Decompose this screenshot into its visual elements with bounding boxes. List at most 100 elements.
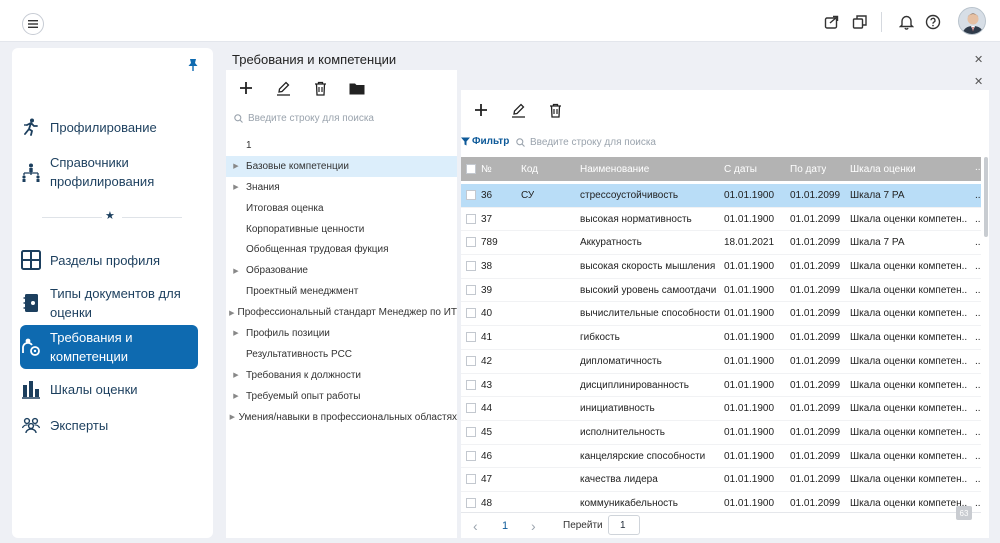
close-grid-button[interactable]: ✕ — [974, 75, 983, 88]
table-row[interactable]: 789 Аккуратность 18.01.2021 01.01.2099 Шкала… — [461, 231, 981, 256]
tree-item[interactable]: ▶ Требования к должности — [226, 365, 457, 386]
table-row[interactable]: 47 качества лидера 01.01.1900 01.01.2099 Шка… — [461, 468, 981, 492]
sidebar-item-profile-sections[interactable]: Разделы профиля — [20, 249, 198, 271]
cell-num: 44 — [481, 403, 493, 415]
row-checkbox[interactable] — [466, 379, 476, 390]
table-row[interactable]: 43 дисциплинированность 01.01.1900 01.01.20… — [461, 374, 981, 398]
table-row[interactable]: 48 коммуникабельность 01.01.1900 01.01.2099… — [461, 492, 981, 509]
cell-from-date: 01.01.1900 — [724, 497, 775, 509]
row-checkbox[interactable] — [466, 237, 476, 248]
row-checkbox[interactable] — [466, 403, 476, 414]
column-header-more[interactable]: ... — [975, 162, 983, 173]
table-row[interactable]: 38 высокая скорость мышления 01.01.1900 01.… — [461, 255, 981, 279]
tree-search-input[interactable]: Введите строку для поиска — [248, 113, 374, 124]
help-button[interactable] — [923, 12, 943, 32]
row-checkbox[interactable] — [466, 426, 476, 437]
close-page-button[interactable]: ✕ — [974, 53, 983, 66]
tree-item[interactable]: ▶ Профиль позиции — [226, 323, 457, 344]
tree-item[interactable]: Обобщенная трудовая фукция — [226, 239, 457, 260]
row-checkbox[interactable] — [466, 497, 476, 508]
row-checkbox[interactable] — [466, 355, 476, 366]
tree-add-button[interactable] — [236, 78, 256, 98]
cell-num: 40 — [481, 308, 493, 320]
grid-search[interactable]: Введите строку для поиска — [516, 137, 656, 148]
cell-num: 42 — [481, 355, 493, 367]
tree-item[interactable]: Итоговая оценка — [226, 198, 457, 219]
row-checkbox[interactable] — [466, 190, 476, 200]
current-page[interactable]: 1 — [502, 520, 508, 532]
tree-item[interactable]: Проектный менеджмент — [226, 281, 457, 302]
row-checkbox[interactable] — [466, 213, 476, 224]
sidebar-item-requirements[interactable]: Требования и компетенции — [20, 325, 198, 369]
table-row[interactable]: 42 дипломатичность 01.01.1900 01.01.2099 Шка… — [461, 350, 981, 374]
row-checkbox[interactable] — [466, 450, 476, 461]
row-checkbox[interactable] — [466, 284, 476, 295]
tree-item[interactable]: Корпоративные ценности — [226, 219, 457, 240]
tree-item[interactable]: ▶ Требуемый опыт работы — [226, 386, 457, 407]
table-row[interactable]: 36 СУ стрессоустойчивость 01.01.1900 01.01.2… — [461, 184, 981, 208]
column-header-to-date[interactable]: По дату — [790, 164, 826, 175]
expand-arrow-icon[interactable]: ▶ — [226, 329, 246, 337]
sidebar-item-label: Типы документов для оценки — [50, 286, 181, 320]
column-header-from-date[interactable]: С даты — [724, 164, 757, 175]
grid-search-input[interactable]: Введите строку для поиска — [530, 137, 656, 148]
sidebar-item-rating-scales[interactable]: Шкалы оценки — [20, 378, 198, 400]
grid-scrollbar[interactable] — [984, 157, 988, 237]
filter-button[interactable]: Фильтр — [461, 136, 509, 147]
sidebar-item-experts[interactable]: Эксперты — [20, 414, 198, 436]
tree-item[interactable]: Результативность РСС — [226, 344, 457, 365]
expand-arrow-icon[interactable]: ▶ — [226, 183, 246, 191]
tree-item[interactable]: 1 — [226, 135, 457, 156]
row-checkbox[interactable] — [466, 332, 476, 343]
table-row[interactable]: 39 высокий уровень самоотдачи 01.01.1900 01… — [461, 279, 981, 303]
tree-item[interactable]: ▶ Профессиональный стандарт Менеджер по И… — [226, 302, 457, 323]
expand-arrow-icon[interactable]: ▶ — [226, 162, 246, 170]
pin-sidebar-button[interactable] — [187, 58, 199, 76]
row-checkbox[interactable] — [466, 474, 476, 485]
table-row[interactable]: 46 канцелярские способности 01.01.1900 01.0… — [461, 445, 981, 469]
row-checkbox[interactable] — [466, 261, 476, 272]
windows-button[interactable] — [850, 12, 870, 32]
table-row[interactable]: 40 вычислительные способности 01.01.1900 01… — [461, 302, 981, 327]
expand-arrow-icon[interactable]: ▶ — [226, 413, 239, 421]
goto-page-input[interactable]: 1 — [608, 515, 640, 535]
sidebar-item-profiling-directories[interactable]: Справочники профилирования — [20, 152, 198, 192]
grid-edit-button[interactable] — [508, 100, 528, 120]
next-page-button[interactable]: › — [531, 518, 536, 534]
column-header-code[interactable]: Код — [521, 164, 538, 175]
cell-scale: Шкала оценки компетен... — [850, 497, 968, 509]
tree-item-label: Профессиональный стандарт Менеджер по ИТ — [237, 307, 457, 319]
sidebar-item-document-types[interactable]: Типы документов для оценки — [20, 283, 198, 323]
user-avatar[interactable] — [958, 7, 986, 35]
share-button[interactable] — [822, 12, 842, 32]
tree-item[interactable]: ▶ Образование — [226, 260, 457, 281]
expand-arrow-icon[interactable]: ▶ — [226, 267, 246, 275]
grid-delete-button[interactable] — [545, 100, 565, 120]
tree-delete-button[interactable] — [310, 78, 330, 98]
tree-search[interactable]: Введите строку для поиска — [234, 113, 374, 124]
tree-folder-button[interactable] — [347, 78, 367, 98]
expand-arrow-icon[interactable]: ▶ — [226, 309, 238, 317]
hamburger-menu-button[interactable] — [22, 13, 44, 35]
table-row[interactable]: 37 высокая нормативность 01.01.1900 01.01.2… — [461, 208, 981, 232]
table-row[interactable]: 41 гибкость 01.01.1900 01.01.2099 Шкала оцен… — [461, 326, 981, 350]
table-row[interactable]: 45 исполнительность 01.01.1900 01.01.2099 Шк… — [461, 421, 981, 445]
grid-add-button[interactable] — [471, 100, 491, 120]
row-checkbox[interactable] — [466, 308, 476, 319]
select-all-checkbox[interactable] — [466, 164, 476, 174]
column-header-scale[interactable]: Шкала оценки — [850, 164, 916, 175]
notifications-button[interactable] — [896, 12, 916, 32]
expand-arrow-icon[interactable]: ▶ — [226, 371, 246, 379]
expand-arrow-icon[interactable]: ▶ — [226, 392, 246, 400]
column-header-name[interactable]: Наименование — [580, 164, 649, 175]
column-header-num[interactable]: № — [481, 164, 492, 175]
tree-item[interactable]: ▶ Базовые компетенции — [226, 155, 457, 177]
top-bar — [0, 0, 1000, 42]
tree-item[interactable]: ▶ Знания — [226, 177, 457, 198]
prev-page-button[interactable]: ‹ — [473, 518, 478, 534]
sidebar-item-profiling[interactable]: Профилирование — [20, 116, 198, 138]
cell-more: ... — [975, 190, 981, 201]
tree-item[interactable]: ▶ Умения/навыки в профессиональных област… — [226, 407, 457, 428]
table-row[interactable]: 44 инициативность 01.01.1900 01.01.2099 Шкал… — [461, 397, 981, 421]
tree-edit-button[interactable] — [273, 78, 293, 98]
